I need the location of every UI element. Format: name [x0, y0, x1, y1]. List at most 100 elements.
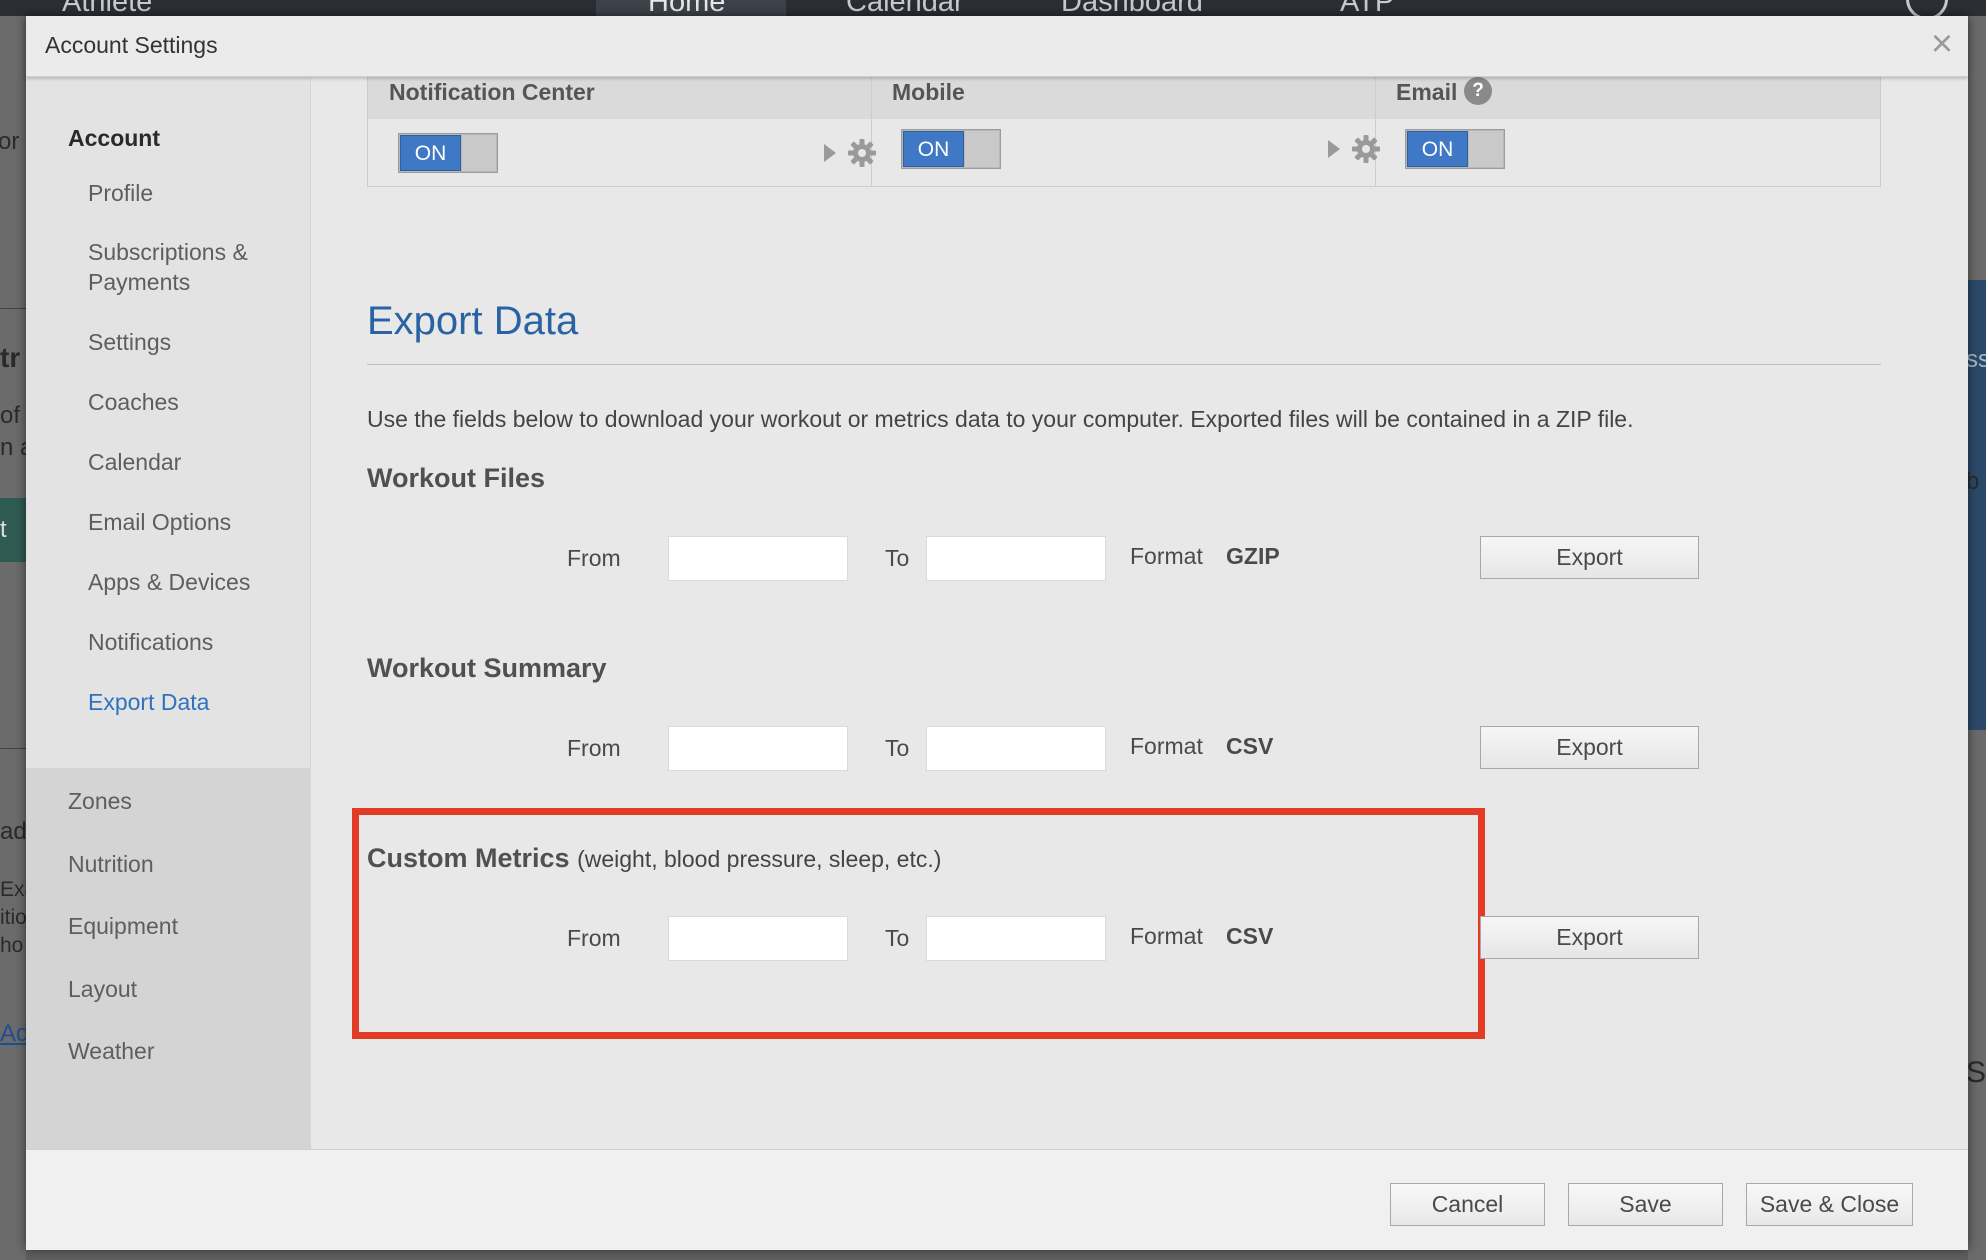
bg-nav-home: Home [648, 0, 726, 16]
bg-fragment: tr [0, 342, 21, 373]
dialog-title: Account Settings [45, 32, 218, 58]
bg-nav-calendar: Calendar [846, 0, 964, 16]
export-data-description: Use the fields below to download your wo… [367, 406, 1634, 432]
bg-divider [0, 308, 26, 309]
from-label: From [567, 925, 621, 951]
workout-summary-export-button[interactable]: Export [1480, 726, 1699, 769]
column-divider [1375, 77, 1376, 187]
workout-files-title: Workout Files [367, 463, 545, 494]
custom-metrics-title: Custom Metrics (weight, blood pressure, … [367, 843, 941, 874]
custom-metrics-note: (weight, blood pressure, sleep, etc.) [577, 846, 942, 872]
dialog-header: Account Settings × [26, 16, 1968, 77]
sidebar-item-nutrition[interactable]: Nutrition [68, 849, 154, 879]
mobile-toggle[interactable]: ON [901, 129, 1001, 169]
save-button[interactable]: Save [1568, 1183, 1723, 1226]
background-top-nav: Athlete Home Calendar Dashboard ATP [0, 0, 1986, 16]
sidebar-item-layout[interactable]: Layout [68, 974, 137, 1004]
sidebar-item-weather[interactable]: Weather [68, 1036, 155, 1066]
workout-files-to-input[interactable] [926, 536, 1106, 581]
bg-nav-atp: ATP [1340, 0, 1395, 16]
to-label: To [885, 545, 910, 571]
to-label: To [885, 735, 910, 761]
toggle-knob [462, 135, 496, 171]
toggle-knob [965, 131, 999, 167]
bg-fragment: n a [0, 434, 26, 461]
format-label: Format [1130, 733, 1203, 759]
background-right-edge: ss b S [1968, 16, 1986, 1260]
group-title-text: Custom Metrics [367, 843, 570, 873]
bg-fragment: t [0, 516, 7, 543]
expand-arrow-icon[interactable] [1328, 140, 1340, 158]
format-value: CSV [1226, 923, 1274, 949]
save-close-button[interactable]: Save & Close [1746, 1183, 1913, 1226]
workout-summary-to-input[interactable] [926, 726, 1106, 771]
toggle-on-label: ON [903, 131, 964, 167]
dialog-footer: Cancel Save Save & Close [26, 1149, 1968, 1250]
sidebar-item-export-data[interactable]: Export Data [88, 687, 209, 717]
sidebar-item-settings[interactable]: Settings [88, 327, 171, 357]
sidebar-item-profile[interactable]: Profile [88, 178, 153, 208]
sidebar-item-email-options[interactable]: Email Options [88, 507, 231, 537]
workout-files-export-button[interactable]: Export [1480, 536, 1699, 579]
sidebar-item-equipment[interactable]: Equipment [68, 911, 178, 941]
workout-files-from-input[interactable] [668, 536, 848, 581]
notification-settings-table: Notification Center ON Mobile ON Email ?… [367, 77, 1881, 187]
help-icon[interactable]: ? [1464, 77, 1492, 105]
column-divider [871, 77, 872, 187]
settings-content: Notification Center ON Mobile ON Email ?… [311, 77, 1968, 1149]
toggle-knob [1469, 131, 1503, 167]
sidebar-item-subscriptions[interactable]: Payments [88, 267, 190, 297]
mobile-label: Mobile [892, 79, 965, 105]
sidebar-item-notifications[interactable]: Notifications [88, 627, 213, 657]
custom-metrics-to-input[interactable] [926, 916, 1106, 961]
toggle-on-label: ON [400, 135, 461, 171]
toggle-on-label: ON [1407, 131, 1468, 167]
close-icon[interactable]: × [1924, 25, 1960, 63]
sidebar-item-apps-devices[interactable]: Apps & Devices [88, 567, 250, 597]
bg-divider [0, 748, 26, 749]
bg-fragment: S [1968, 1056, 1986, 1089]
sidebar-header-account[interactable]: Account [68, 123, 160, 153]
sidebar-item-coaches[interactable]: Coaches [88, 387, 179, 417]
notification-center-toggle[interactable]: ON [398, 133, 498, 173]
format-label: Format [1130, 543, 1203, 569]
bg-fragment: ho [0, 934, 24, 957]
bg-avatar-icon [1906, 0, 1948, 16]
bg-fragment: b [1968, 468, 1980, 495]
section-divider [367, 364, 1881, 365]
gear-icon[interactable] [1350, 133, 1382, 165]
group-title-text: Workout Files [367, 463, 546, 493]
workout-summary-from-input[interactable] [668, 726, 848, 771]
sidebar-item-zones[interactable]: Zones [68, 786, 132, 816]
to-label: To [885, 925, 910, 951]
format-label: Format [1130, 923, 1203, 949]
notification-center-label: Notification Center [389, 79, 595, 105]
expand-arrow-icon[interactable] [824, 144, 836, 162]
bg-fragment: itio [0, 906, 26, 929]
bg-fragment: ss [1968, 346, 1986, 373]
account-settings-dialog: Account Settings × Account Profile Subsc… [26, 16, 1968, 1250]
bg-nav-athlete: Athlete [62, 0, 153, 16]
bg-fragment: Ad [0, 1020, 26, 1047]
sidebar-item-calendar[interactable]: Calendar [88, 447, 181, 477]
bg-fragment: or [0, 128, 20, 155]
settings-sidebar: Account Profile Subscriptions & Payments… [26, 77, 311, 1149]
from-label: From [567, 545, 621, 571]
custom-metrics-from-input[interactable] [668, 916, 848, 961]
email-label: Email [1396, 79, 1458, 105]
custom-metrics-export-button[interactable]: Export [1480, 916, 1699, 959]
export-data-title: Export Data [367, 299, 579, 343]
format-value: CSV [1226, 733, 1274, 759]
format-value: GZIP [1226, 543, 1280, 569]
cancel-button[interactable]: Cancel [1390, 1183, 1545, 1226]
gear-icon[interactable] [846, 137, 878, 169]
email-toggle[interactable]: ON [1405, 129, 1505, 169]
bg-nav-dashboard: Dashboard [1061, 0, 1203, 16]
sidebar-item-subscriptions[interactable]: Subscriptions & [88, 237, 248, 267]
bg-fragment: Exa [0, 878, 26, 901]
sidebar-other-sections: Zones Nutrition Equipment Layout Weather [26, 768, 310, 1149]
from-label: From [567, 735, 621, 761]
background-left-edge: or tr of n a t ad Exa itio ho Ad [0, 16, 26, 1260]
bg-fragment: ad [0, 818, 26, 845]
bg-fragment: of [0, 402, 21, 429]
